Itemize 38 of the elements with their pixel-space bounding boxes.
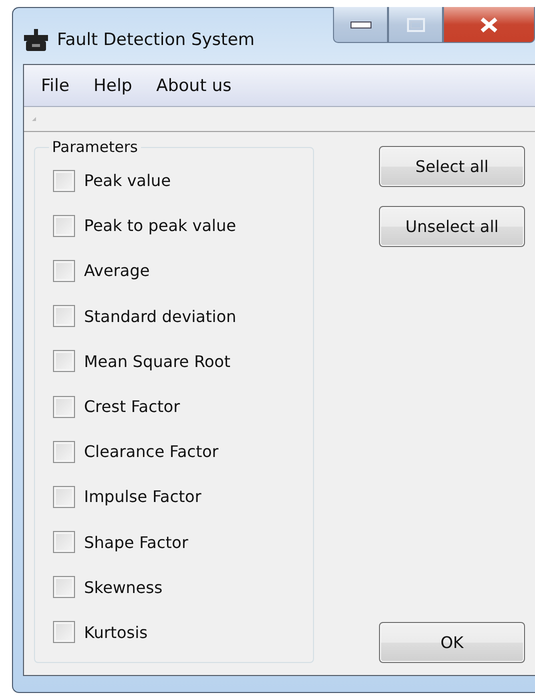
checkbox-label: Skewness [84,578,162,597]
close-button[interactable] [443,7,535,43]
checkbox[interactable] [53,531,75,554]
checkbox[interactable] [53,576,75,598]
checkbox[interactable] [53,440,75,463]
checkbox[interactable] [53,621,75,644]
checkbox[interactable] [53,396,75,418]
maximize-icon [406,16,426,32]
menu-item[interactable]: About us [147,76,241,96]
checkbox[interactable] [53,350,75,372]
checkbox-label: Impulse Factor [84,487,202,506]
checkbox-label: Average [84,261,150,280]
checkbox-label: Peak to peak value [84,216,236,236]
checkbox-label: Peak value [84,171,171,190]
checkbox[interactable] [53,486,75,508]
minimize-button[interactable] [333,7,388,43]
action-button[interactable]: Select all [379,146,525,187]
checkbox-label: Shape Factor [84,532,188,552]
robot-icon [23,29,49,53]
menu-item[interactable]: File [32,76,78,96]
window-title: Fault Detection System [57,30,255,50]
checkbox[interactable] [53,260,75,282]
resize-grip-icon [32,117,36,121]
maximize-button[interactable] [388,7,443,43]
menu-item[interactable]: Help [84,76,142,96]
ok-button[interactable]: OK [379,622,525,663]
minimize-icon [350,20,372,28]
group-title: Parameters [51,138,139,156]
checkbox-label: Mean Square Root [84,352,230,371]
checkbox[interactable] [53,305,75,328]
close-icon [479,16,499,32]
checkbox[interactable] [53,214,75,237]
checkbox-label: Crest Factor [84,397,180,416]
action-button[interactable]: Unselect all [379,206,525,247]
checkbox-label: Kurtosis [84,622,148,642]
checkbox-label: Clearance Factor [84,442,218,462]
checkbox-label: Standard deviation [84,306,236,326]
checkbox[interactable] [53,170,75,192]
